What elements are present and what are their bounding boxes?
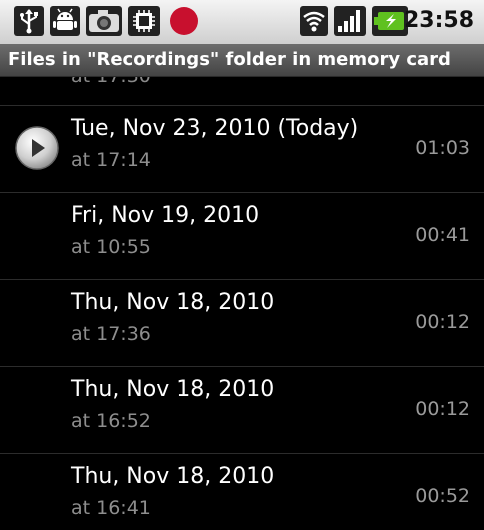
recording-duration: 00:52: [415, 485, 470, 507]
android-debug-icon: [50, 6, 80, 40]
title-bar: Files in "Recordings" folder in memory c…: [0, 44, 484, 77]
recording-time: at 10:55: [71, 236, 151, 258]
play-icon[interactable]: [14, 125, 60, 171]
list-item[interactable]: Thu, Nov 18, 2010 at 16:52 00:12: [0, 367, 484, 454]
battery-charging-icon: [372, 6, 408, 40]
camera-icon: [86, 6, 122, 40]
status-time: 23:58: [403, 8, 474, 33]
usb-icon: [14, 6, 44, 40]
list-item[interactable]: Fri, Nov 19, 2010 at 10:55 00:41: [0, 193, 484, 280]
record-indicator-icon: [168, 5, 200, 41]
recording-date: Thu, Nov 18, 2010: [71, 290, 275, 315]
recording-time: at 16:52: [71, 410, 151, 432]
recording-date: Tue, Nov 23, 2010 (Today): [71, 116, 359, 141]
recording-time: at 17:14: [71, 149, 151, 171]
recording-time: at 17:36: [71, 323, 151, 345]
recording-date: Thu, Nov 18, 2010: [71, 377, 275, 402]
recording-date: Thu, Nov 18, 2010: [71, 464, 275, 489]
status-bar: 23:58: [0, 0, 484, 45]
list-item[interactable]: Thu, Nov 18, 2010 at 16:41 00:52: [0, 454, 484, 530]
signal-icon: [334, 6, 366, 40]
list-item-time-partial: at 17:30: [71, 77, 151, 87]
recording-time: at 16:41: [71, 497, 151, 519]
wifi-icon: [300, 6, 328, 40]
recording-date: Fri, Nov 19, 2010: [71, 203, 260, 228]
list-item[interactable]: Thu, Nov 18, 2010 at 17:36 00:12: [0, 280, 484, 367]
page-title: Files in "Recordings" folder in memory c…: [8, 49, 451, 70]
list-item[interactable]: Tue, Nov 23, 2010 (Today) at 17:14 01:03: [0, 106, 484, 193]
chip-icon: [128, 6, 160, 40]
recording-duration: 00:41: [415, 224, 470, 246]
recording-duration: 01:03: [415, 137, 470, 159]
recording-duration: 00:12: [415, 311, 470, 333]
recording-duration: 00:12: [415, 398, 470, 420]
recordings-list[interactable]: at 17:30 Tue, Nov 23, 2010 (Today) at 17…: [0, 77, 484, 530]
